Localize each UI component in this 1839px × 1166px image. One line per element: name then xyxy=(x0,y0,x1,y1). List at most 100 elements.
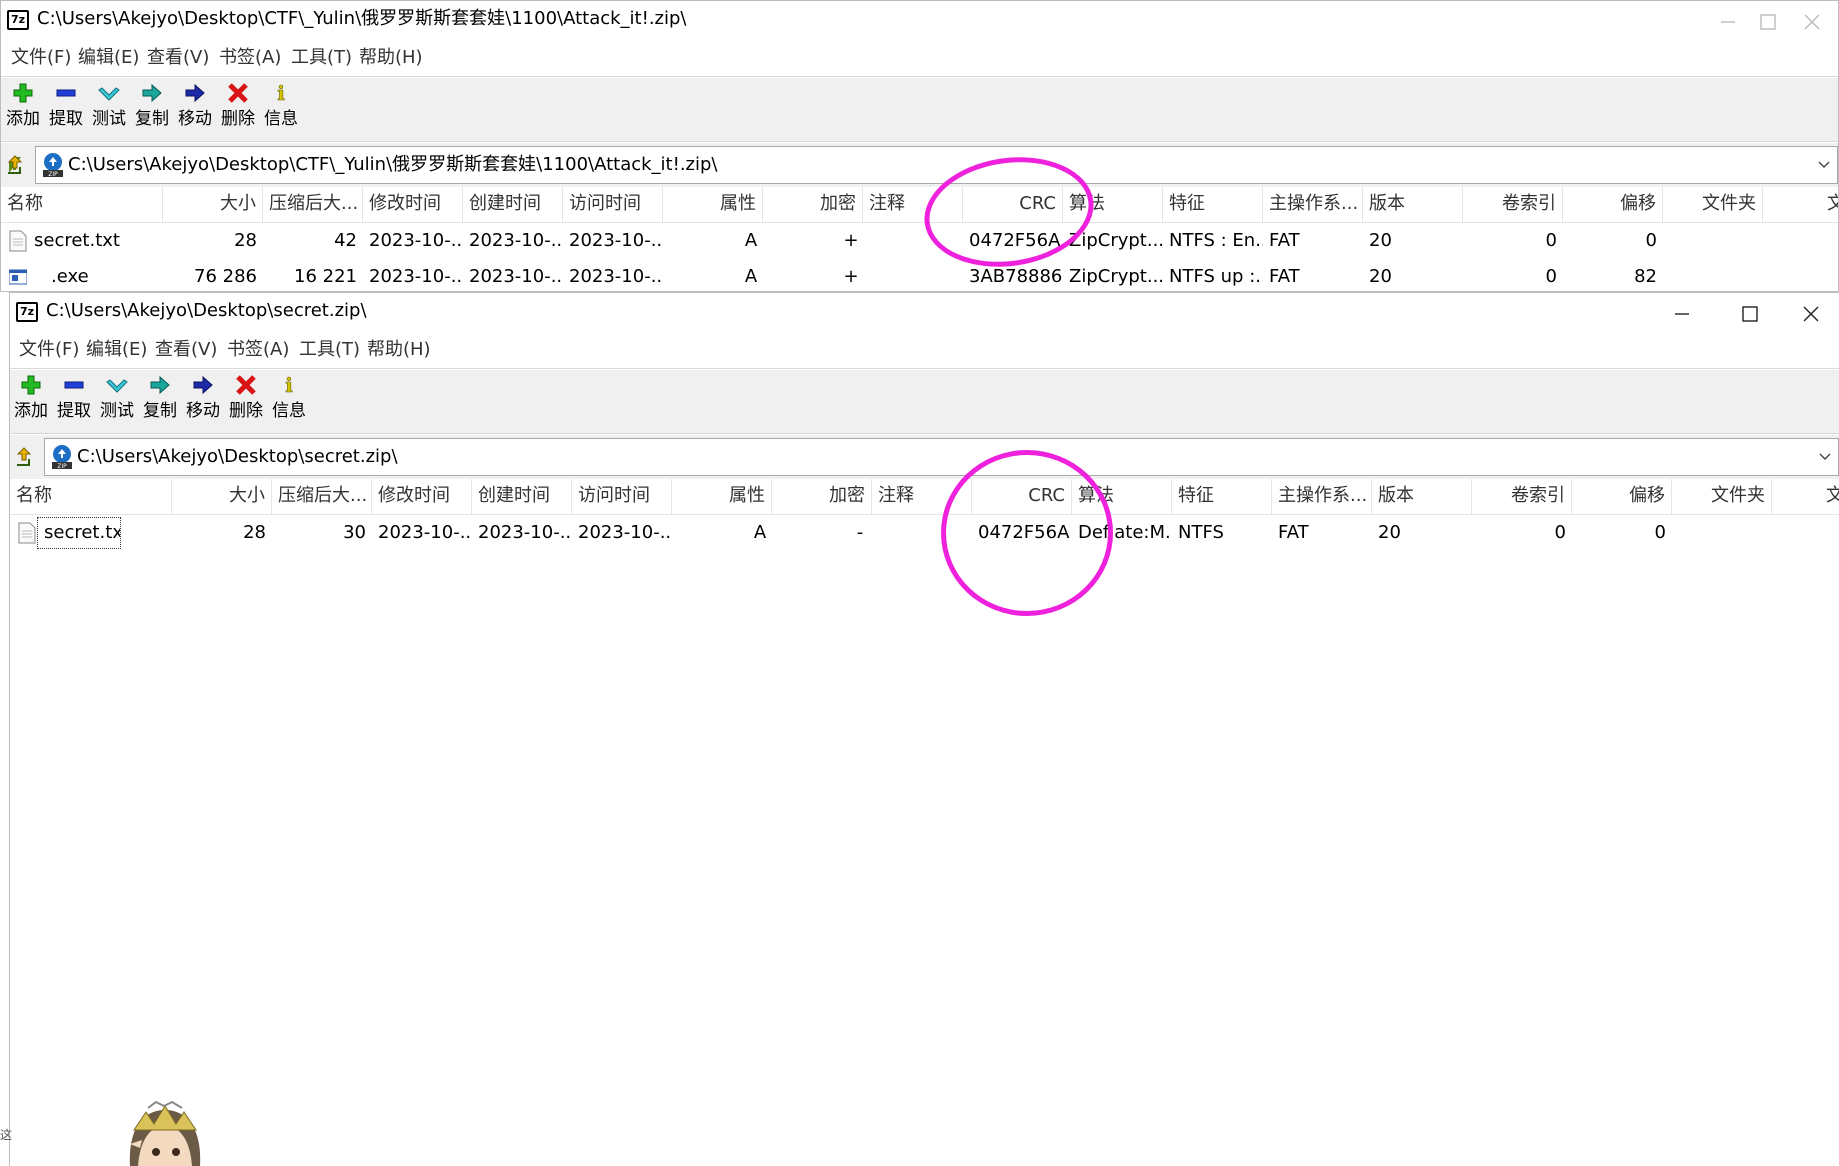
cell-size: 28 xyxy=(243,522,266,543)
extract-icon xyxy=(64,381,84,389)
column-header-name[interactable]: 名称 xyxy=(10,479,172,515)
column-header-name[interactable]: 名称 xyxy=(1,187,163,223)
column-header-offset[interactable]: 偏移 xyxy=(1572,479,1672,515)
text-file-icon xyxy=(9,230,27,252)
menu-file[interactable]: 文件(F) xyxy=(19,337,79,363)
edge-text-fragment: 这 xyxy=(0,1128,13,1142)
column-header-encrypted[interactable]: 加密 xyxy=(772,479,872,515)
extract-button[interactable]: 提取 xyxy=(46,82,86,138)
column-header-modified[interactable]: 修改时间 xyxy=(372,479,472,515)
column-header-version[interactable]: 版本 xyxy=(1372,479,1472,515)
column-header-volume-index[interactable]: 卷索引 xyxy=(1463,187,1563,223)
cell-name: secret.txt xyxy=(37,517,121,549)
title-bar[interactable]: 7z C:\Users\Akejyo\Desktop\CTF\_Yulin\俄罗… xyxy=(1,1,1838,41)
cell-packed: 30 xyxy=(343,522,366,543)
column-header-comment[interactable]: 注释 xyxy=(863,187,963,223)
column-header-packed[interactable]: 压缩后大... xyxy=(272,479,372,515)
column-header-version[interactable]: 版本 xyxy=(1363,187,1463,223)
info-button[interactable]: i 信息 xyxy=(261,82,301,138)
column-header-offset[interactable]: 偏移 xyxy=(1563,187,1663,223)
svg-text:ZIP: ZIP xyxy=(57,463,67,470)
column-header-modified[interactable]: 修改时间 xyxy=(363,187,463,223)
column-header-accessed[interactable]: 访问时间 xyxy=(563,187,663,223)
copy-button[interactable]: 复制 xyxy=(140,374,180,430)
up-folder-icon[interactable] xyxy=(5,153,27,175)
column-header-row: 名称 大小 压缩后大... 修改时间 创建时间 访问时间 属性 加密 注释 CR… xyxy=(1,187,1838,223)
path-input[interactable]: ZIP C:\Users\Akejyo\Desktop\secret.zip\ xyxy=(44,438,1839,476)
delete-x-icon xyxy=(228,83,248,103)
test-button[interactable]: 测试 xyxy=(97,374,137,430)
close-button[interactable] xyxy=(1777,1,1838,41)
column-header-size[interactable]: 大小 xyxy=(163,187,263,223)
menu-edit[interactable]: 编辑(E) xyxy=(86,337,147,363)
column-header-crc[interactable]: CRC xyxy=(963,187,1063,223)
column-header-characteristics[interactable]: 特征 xyxy=(1163,187,1263,223)
column-header-created[interactable]: 创建时间 xyxy=(472,479,572,515)
table-row[interactable]: .exe 76 286 16 221 2023-10-... 2023-10-.… xyxy=(1,259,1838,291)
menu-tools[interactable]: 工具(T) xyxy=(299,337,360,363)
column-header-crc[interactable]: CRC xyxy=(972,479,1072,515)
move-button[interactable]: 移动 xyxy=(183,374,223,430)
column-header-comment[interactable]: 注释 xyxy=(872,479,972,515)
column-header-method[interactable]: 算法 xyxy=(1063,187,1163,223)
column-header-volume-index[interactable]: 卷索引 xyxy=(1472,479,1572,515)
copy-button[interactable]: 复制 xyxy=(132,82,172,138)
column-header-encrypted[interactable]: 加密 xyxy=(763,187,863,223)
cell-attributes: A xyxy=(753,522,767,543)
cell-offset: 0 xyxy=(1645,230,1657,251)
cell-method: Deflate:M... xyxy=(1078,522,1172,543)
menu-bookmarks[interactable]: 书签(A) xyxy=(227,337,289,363)
cell-host-os: FAT xyxy=(1269,266,1300,287)
move-button[interactable]: 移动 xyxy=(175,82,215,138)
info-button[interactable]: i 信息 xyxy=(269,374,309,430)
column-header-folders[interactable]: 文件夹 xyxy=(1663,187,1763,223)
column-header-method[interactable]: 算法 xyxy=(1072,479,1172,515)
column-header-attributes[interactable]: 属性 xyxy=(663,187,763,223)
menu-view[interactable]: 查看(V) xyxy=(147,45,209,71)
cell-volume-index: 0 xyxy=(1545,266,1557,287)
column-header-created[interactable]: 创建时间 xyxy=(463,187,563,223)
copy-arrow-icon xyxy=(142,83,162,103)
column-header-size[interactable]: 大小 xyxy=(172,479,272,515)
menu-view[interactable]: 查看(V) xyxy=(155,337,217,363)
add-button[interactable]: 添加 xyxy=(3,82,43,138)
up-folder-icon[interactable] xyxy=(14,445,36,467)
column-header-packed[interactable]: 压缩后大... xyxy=(263,187,363,223)
table-row[interactable]: secret.txt 28 42 2023-10-... 2023-10-...… xyxy=(1,223,1838,259)
menu-file[interactable]: 文件(F) xyxy=(11,45,71,71)
column-header-accessed[interactable]: 访问时间 xyxy=(572,479,672,515)
table-row[interactable]: secret.txt 28 30 2023-10-... 2023-10-...… xyxy=(10,515,1839,551)
column-header-files[interactable]: 文 xyxy=(1820,479,1839,515)
column-header-host-os[interactable]: 主操作系... xyxy=(1263,187,1363,223)
menu-bookmarks[interactable]: 书签(A) xyxy=(219,45,281,71)
menu-help[interactable]: 帮助(H) xyxy=(367,337,431,363)
maximize-icon xyxy=(1760,14,1776,30)
extract-button[interactable]: 提取 xyxy=(54,374,94,430)
delete-button[interactable]: 删除 xyxy=(218,82,258,138)
minimize-button[interactable] xyxy=(1647,293,1719,333)
move-arrow-icon xyxy=(185,83,205,103)
test-button[interactable]: 测试 xyxy=(89,82,129,138)
svg-text:i: i xyxy=(277,82,285,104)
column-header-folders[interactable]: 文件夹 xyxy=(1672,479,1772,515)
menu-help[interactable]: 帮助(H) xyxy=(359,45,423,71)
title-bar[interactable]: 7z C:\Users\Akejyo\Desktop\secret.zip\ xyxy=(10,293,1839,333)
cell-attributes: A xyxy=(744,266,758,287)
add-icon xyxy=(21,375,41,395)
cell-accessed: 2023-10-... xyxy=(578,522,672,543)
close-icon xyxy=(1804,14,1820,30)
cell-name: .exe xyxy=(51,266,89,287)
extract-icon xyxy=(56,89,76,97)
column-header-host-os[interactable]: 主操作系... xyxy=(1272,479,1372,515)
window-title: C:\Users\Akejyo\Desktop\secret.zip\ xyxy=(46,300,367,321)
zip-archive-icon: ZIP xyxy=(52,445,72,470)
delete-button[interactable]: 删除 xyxy=(226,374,266,430)
column-header-characteristics[interactable]: 特征 xyxy=(1172,479,1272,515)
menu-tools[interactable]: 工具(T) xyxy=(291,45,352,71)
menu-edit[interactable]: 编辑(E) xyxy=(78,45,139,71)
close-button[interactable] xyxy=(1776,293,1839,333)
column-header-files[interactable]: 文 xyxy=(1821,187,1838,223)
add-button[interactable]: 添加 xyxy=(11,374,51,430)
path-input[interactable]: ZIP C:\Users\Akejyo\Desktop\CTF\_Yulin\俄… xyxy=(35,146,1838,184)
column-header-attributes[interactable]: 属性 xyxy=(672,479,772,515)
